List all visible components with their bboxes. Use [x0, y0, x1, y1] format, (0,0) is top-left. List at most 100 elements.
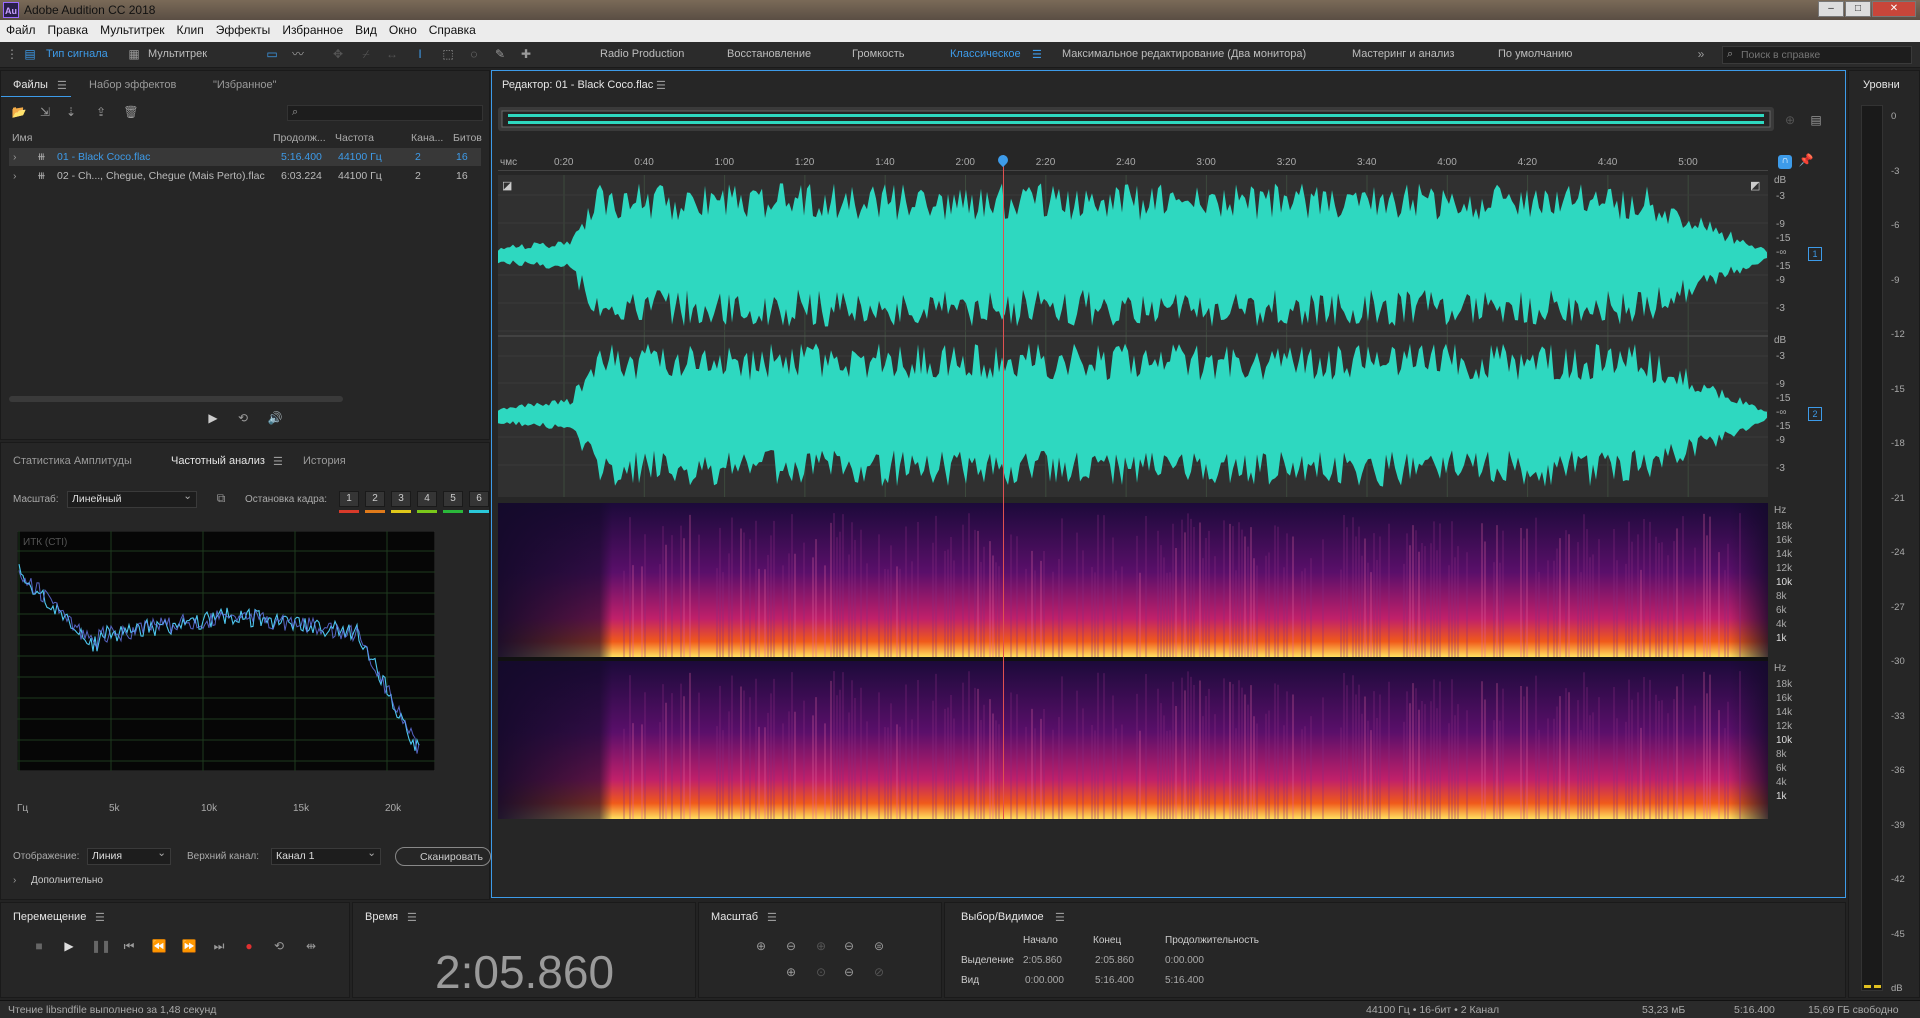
zoom-in-amplitude-icon[interactable]: ⊕: [753, 939, 769, 953]
multitrack-view-icon[interactable]: ▦: [126, 47, 142, 61]
zoom-reset-icon[interactable]: ⊘: [871, 965, 887, 979]
freeze-frame-button[interactable]: 2: [365, 491, 385, 507]
brush-tool-icon[interactable]: ✎: [492, 47, 508, 61]
zoom-in-time-icon[interactable]: ⊕: [813, 939, 829, 953]
workspace-tab[interactable]: Громкость: [852, 48, 904, 60]
zoom-out-full-icon[interactable]: ⊜: [871, 939, 887, 953]
workspace-tab[interactable]: Восстановление: [727, 48, 811, 60]
view-end[interactable]: 5:16.400: [1095, 975, 1134, 986]
channel-2-badge[interactable]: 2: [1808, 407, 1822, 421]
freeze-frame-button[interactable]: 4: [417, 491, 437, 507]
freeze-frame-button[interactable]: 3: [391, 491, 411, 507]
healing-tool-icon[interactable]: ✚: [518, 47, 534, 61]
scan-button[interactable]: Сканировать: [395, 847, 491, 866]
help-search-box[interactable]: ⌕: [1722, 46, 1912, 64]
marquee-tool-icon[interactable]: ⬚: [440, 47, 456, 61]
selection-start[interactable]: 2:05.860: [1023, 955, 1062, 966]
analysis-menu-icon[interactable]: ☰: [273, 455, 283, 468]
tab-amplitude-stats[interactable]: Статистика Амплитуды: [13, 455, 132, 467]
files-search-input[interactable]: ⌕: [287, 105, 483, 121]
freeze-frame-button[interactable]: 6: [469, 491, 489, 507]
menu-item[interactable]: Эффекты: [210, 20, 277, 37]
selection-duration[interactable]: 0:00.000: [1165, 955, 1204, 966]
spectral-display-icon[interactable]: 〰: [290, 47, 306, 61]
file-row[interactable]: › ⧻ 01 - Black Coco.flac 5:16.400 44100 …: [9, 148, 481, 166]
pause-icon[interactable]: ❚❚: [91, 939, 111, 953]
workspace-tab[interactable]: По умолчанию: [1498, 48, 1572, 60]
slip-tool-icon[interactable]: ↔: [384, 47, 400, 61]
scale-select[interactable]: Линейный: [67, 490, 197, 508]
tab-frequency-analysis[interactable]: Частотный анализ: [171, 455, 265, 467]
overview-waveform[interactable]: [498, 107, 1774, 131]
stop-icon[interactable]: ■: [31, 939, 47, 953]
menu-item[interactable]: Вид: [349, 20, 383, 37]
play-preview-icon[interactable]: ▶: [205, 411, 221, 425]
lasso-tool-icon[interactable]: ◌: [466, 47, 482, 61]
file-row[interactable]: › ⧻ 02 - Ch..., Chegue, Chegue (Mais Per…: [9, 167, 481, 185]
zoom-in-selection-icon[interactable]: ⊕: [783, 965, 799, 979]
tab-files[interactable]: Файлы: [13, 79, 48, 91]
more-workspaces-icon[interactable]: »: [1693, 47, 1709, 61]
pin-icon[interactable]: 📌: [1798, 153, 1814, 167]
autoplay-icon[interactable]: 🔊: [267, 411, 283, 425]
zoom-out-selection-icon[interactable]: ⊖: [841, 965, 857, 979]
spectral-display[interactable]: [498, 503, 1768, 819]
skip-to-start-icon[interactable]: ⏮: [121, 939, 137, 953]
menu-item[interactable]: Клип: [171, 20, 210, 37]
skip-selection-icon[interactable]: ⇹: [303, 939, 319, 953]
selection-end[interactable]: 2:05.860: [1095, 955, 1134, 966]
workspace-menu-icon[interactable]: ☰: [1032, 48, 1042, 61]
freeze-frame-button[interactable]: 5: [443, 491, 463, 507]
playhead[interactable]: [1003, 155, 1005, 819]
menu-item[interactable]: Окно: [383, 20, 423, 37]
waveform-view-button[interactable]: Тип сигнала: [46, 48, 108, 60]
menu-item[interactable]: Файл: [0, 20, 42, 37]
open-file-icon[interactable]: 📂: [11, 105, 27, 119]
transport-menu-icon[interactable]: ☰: [95, 911, 105, 924]
zoom-menu-icon[interactable]: ☰: [767, 911, 777, 924]
waveform-display[interactable]: ◪ ◩: [498, 175, 1768, 497]
insert-icon[interactable]: ⇣: [63, 105, 79, 119]
current-time-display[interactable]: 2:05.860: [435, 945, 614, 999]
play-icon[interactable]: ▶: [61, 939, 77, 953]
tab-favorites[interactable]: "Избранное": [213, 79, 277, 91]
view-start[interactable]: 0:00.000: [1025, 975, 1064, 986]
files-menu-icon[interactable]: ☰: [57, 79, 67, 92]
expand-chevron-icon[interactable]: ›: [13, 170, 17, 182]
zoom-out-time-icon[interactable]: ⊖: [841, 939, 857, 953]
import-icon[interactable]: ⇲: [37, 105, 53, 119]
headphones-icon[interactable]: ∩: [1778, 155, 1792, 169]
panel-options-icon[interactable]: ▤: [1808, 113, 1824, 127]
export-icon[interactable]: ⇪: [93, 105, 109, 119]
time-selection-tool-icon[interactable]: I: [412, 47, 428, 61]
menu-item[interactable]: Справка: [423, 20, 482, 37]
help-search-input[interactable]: [1741, 47, 1909, 63]
tab-effects-rack[interactable]: Набор эффектов: [89, 79, 176, 91]
time-ruler[interactable]: чмс 0:20 0:40 1:00 1:20 1:40 2:00 2:20 2:40 3:00…: [498, 155, 1768, 171]
expand-chevron-icon[interactable]: ›: [13, 151, 17, 163]
workspace-tab[interactable]: Radio Production: [600, 48, 684, 60]
loop-preview-icon[interactable]: ⟲: [235, 411, 251, 425]
display-select[interactable]: Линия: [87, 847, 171, 865]
loop-icon[interactable]: ⟲: [271, 939, 287, 953]
time-menu-icon[interactable]: ☰: [407, 911, 417, 924]
zoom-in-amplitude-icon[interactable]: ⊕: [1782, 113, 1798, 127]
files-scrollbar[interactable]: [9, 396, 343, 402]
copy-icon[interactable]: ⧉: [213, 491, 229, 505]
skip-to-end-icon[interactable]: ⏭: [211, 939, 227, 953]
advanced-toggle[interactable]: Дополнительно: [31, 875, 103, 886]
col-bits[interactable]: Битов: [453, 132, 482, 144]
workspace-tab[interactable]: Классическое: [950, 48, 1021, 60]
multitrack-view-button[interactable]: Мультитрек: [148, 48, 207, 60]
selection-menu-icon[interactable]: ☰: [1055, 911, 1065, 924]
close-button[interactable]: ✕: [1872, 1, 1916, 17]
editor-menu-icon[interactable]: ☰: [656, 79, 666, 92]
zoom-out-amplitude-icon[interactable]: ⊖: [783, 939, 799, 953]
razor-tool-icon[interactable]: ⌿: [358, 47, 374, 61]
col-rate[interactable]: Частота: [335, 132, 374, 144]
top-channel-select[interactable]: Канал 1: [271, 847, 381, 865]
menu-item[interactable]: Избранное: [276, 20, 349, 37]
fast-forward-icon[interactable]: ⏩: [181, 939, 197, 953]
maximize-button[interactable]: □: [1845, 1, 1871, 17]
advanced-chevron-icon[interactable]: ›: [13, 875, 16, 886]
